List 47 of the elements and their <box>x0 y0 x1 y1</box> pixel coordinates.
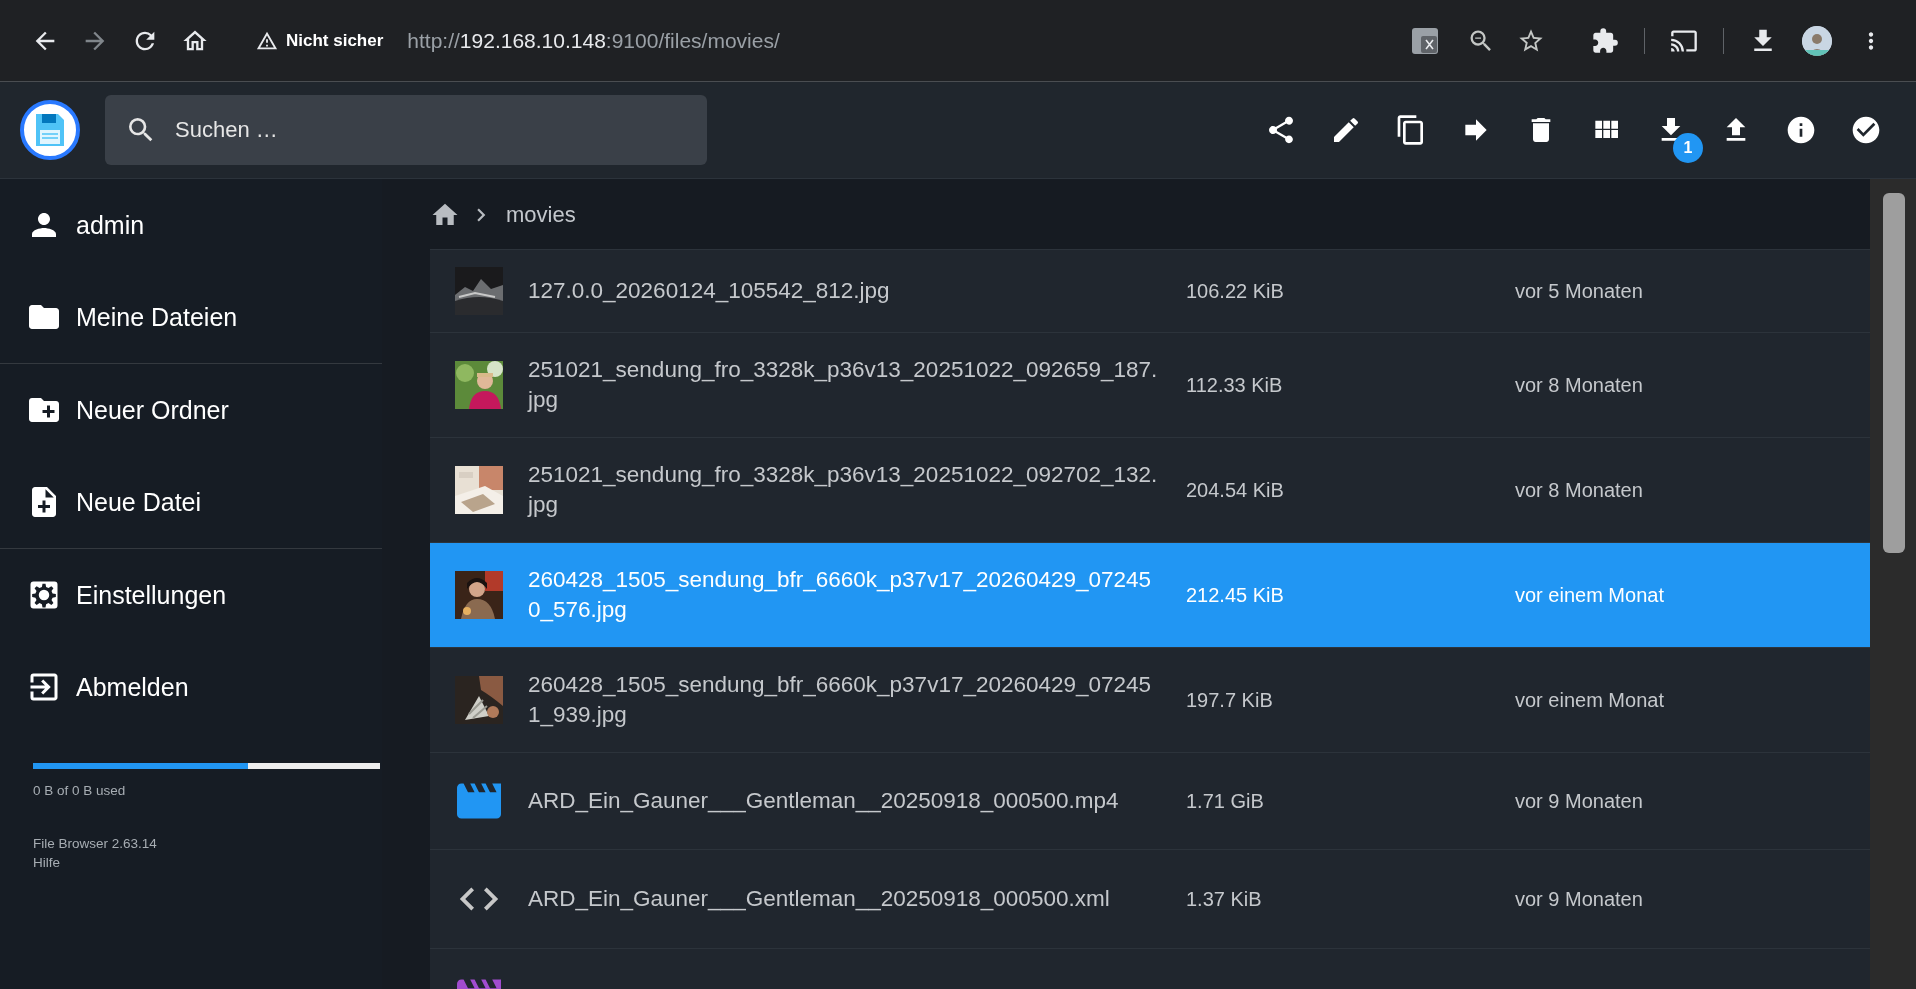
file-row[interactable]: ARD_Ein_Gauner___Gentleman__20250918_000500.mp4 1.71 GiB vor 9 Monaten <box>430 753 1870 850</box>
file-size: 212.45 KiB <box>1186 583 1285 607</box>
file-date: vor 9 Monaten <box>1515 887 1643 911</box>
file-size: 197.7 KiB <box>1186 688 1274 712</box>
address-bar[interactable]: http://192.168.10.148:9100/files/movies/ <box>407 28 780 53</box>
storage-usage: 0 B of 0 B used <box>33 783 127 798</box>
file-size: 1.37 KiB <box>1186 887 1263 911</box>
file-name: 260428_1505_sendung_bfr_6660k_p37v17_20260429_072450_576.jpg <box>528 566 1153 624</box>
avatar-icon[interactable] <box>1802 25 1832 56</box>
file-row[interactable]: ARD_Ein_Gauner___Gentleman__20250918_000500.xml 1.37 KiB vor 9 Monaten <box>430 850 1870 949</box>
search-box[interactable]: Suchen … <box>105 95 707 165</box>
translate-icon[interactable] <box>1412 27 1438 54</box>
file-row[interactable]: 260428_1505_sendung_bfr_6660k_p37v17_20260429_072451_939.jpg 197.7 KiB vor einem Monat <box>430 648 1870 753</box>
file-date: vor einem Monat <box>1515 583 1664 607</box>
breadcrumb-link[interactable]: movies <box>506 202 576 228</box>
file-size: 106.22 KiB <box>1186 279 1285 303</box>
scrollbar[interactable] <box>1870 179 1916 989</box>
file-row[interactable]: 251021_sendung_fro_3328k_p36v13_20251022_092702_132.jpg 204.54 KiB vor 8 Monaten <box>430 438 1870 543</box>
file-row[interactable]: 127.0.0_20260124_105542_812.jpg 106.22 KiB vor 5 Monaten <box>430 250 1870 333</box>
file-date: vor 5 Monaten <box>1515 279 1643 303</box>
sidebar-item[interactable]: Abmelden <box>0 641 382 733</box>
file-row[interactable]: 251021_sendung_fro_3328k_p36v13_20251022_092659_187.jpg 112.33 KiB vor 8 Monaten <box>430 333 1870 438</box>
sidebar-item[interactable]: Neue Datei <box>0 456 382 548</box>
file-date: vor 8 Monaten <box>1515 478 1643 502</box>
security-chip[interactable]: Nicht sicher <box>256 29 384 52</box>
version-text: File Browser 2.63.14 <box>33 836 158 851</box>
file-name: 251021_sendung_fro_3328k_p36v13_20251022_092702_132.jpg <box>528 461 1158 519</box>
file-name: ARD_Ein_Gauner___Gentleman__20250918_000500.mp4 <box>528 787 1120 815</box>
sidebar-item[interactable]: Einstellungen <box>0 549 382 641</box>
file-date: vor 8 Monaten <box>1515 373 1643 397</box>
puzzle-icon[interactable] <box>1591 26 1619 55</box>
file-name: 251021_sendung_fro_3328k_p36v13_20251022_092659_187.jpg <box>528 356 1158 414</box>
count-badge: 1 <box>1673 133 1703 163</box>
file-name: 127.0.0_20260124_105542_812.jpg <box>528 277 891 305</box>
sidebar-item[interactable]: Meine Dateien <box>0 271 382 363</box>
help-link[interactable]: Hilfe <box>33 855 382 870</box>
search-input[interactable]: Suchen … <box>173 116 687 144</box>
user-item[interactable]: admin <box>0 179 382 271</box>
file-date: vor 9 Monaten <box>1515 789 1643 813</box>
file-size: 112.33 KiB <box>1186 373 1284 397</box>
file-size: 204.54 KiB <box>1186 478 1285 502</box>
logo-icon[interactable] <box>20 100 80 160</box>
file-name: 260428_1505_sendung_bfr_6660k_p37v17_20260429_072451_939.jpg <box>528 671 1153 729</box>
file-date: vor einem Monat <box>1515 688 1664 712</box>
file-size: 1.71 GiB <box>1186 789 1265 813</box>
file-name: ARD_Ein_Gauner___Gentleman__20250918_000500.xml <box>528 885 1111 913</box>
sidebar-item[interactable]: Neuer Ordner <box>0 364 382 456</box>
